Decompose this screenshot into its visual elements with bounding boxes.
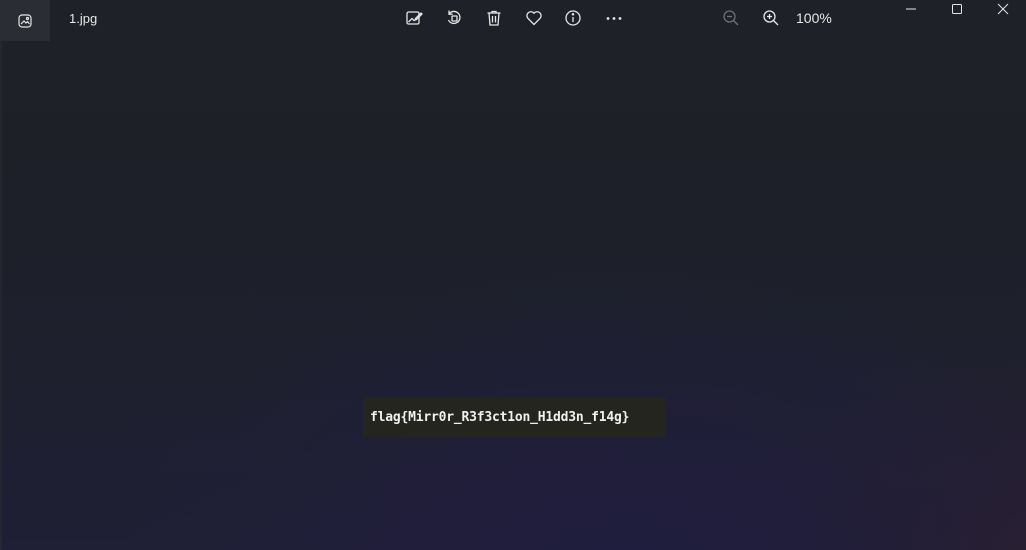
image-text-box: flag{Mirr0r_R3f3ct1on_H1dd3n_f14g} [363, 397, 666, 437]
close-icon [997, 3, 1009, 15]
close-button[interactable] [980, 0, 1026, 18]
edit-image-icon [406, 11, 423, 25]
zoom-level[interactable]: 100% [796, 10, 832, 26]
maximize-icon [952, 4, 962, 14]
zoom-out-icon [723, 10, 739, 26]
rotate-button[interactable] [440, 6, 468, 30]
left-edge-divider [0, 41, 2, 550]
photos-app-button[interactable] [0, 0, 50, 41]
rotate-icon [447, 10, 461, 25]
edit-image-button[interactable] [400, 6, 428, 30]
more-options-button[interactable] [600, 6, 628, 30]
zoom-in-icon [763, 10, 779, 26]
more-options-icon [606, 17, 622, 20]
delete-icon [487, 10, 501, 26]
zoom-out-button[interactable] [717, 6, 745, 30]
title-bar: 1.jpg 100% [0, 0, 1026, 41]
photos-viewer-window: 1.jpg 100% flag{Mirr0r_R3f3ct1on_H1dd3n_… [0, 0, 1026, 550]
favorite-button[interactable] [520, 6, 548, 30]
maximize-button[interactable] [934, 0, 980, 18]
zoom-in-button[interactable] [757, 6, 785, 30]
file-name: 1.jpg [69, 11, 98, 26]
favorite-heart-icon [526, 11, 542, 26]
minimize-button[interactable] [888, 0, 934, 18]
photos-app-icon [18, 13, 32, 28]
info-icon [565, 10, 581, 26]
delete-button[interactable] [480, 6, 508, 30]
info-button[interactable] [559, 6, 587, 30]
flag-text: flag{Mirr0r_R3f3ct1on_H1dd3n_f14g} [370, 409, 630, 425]
minimize-icon [906, 8, 916, 10]
